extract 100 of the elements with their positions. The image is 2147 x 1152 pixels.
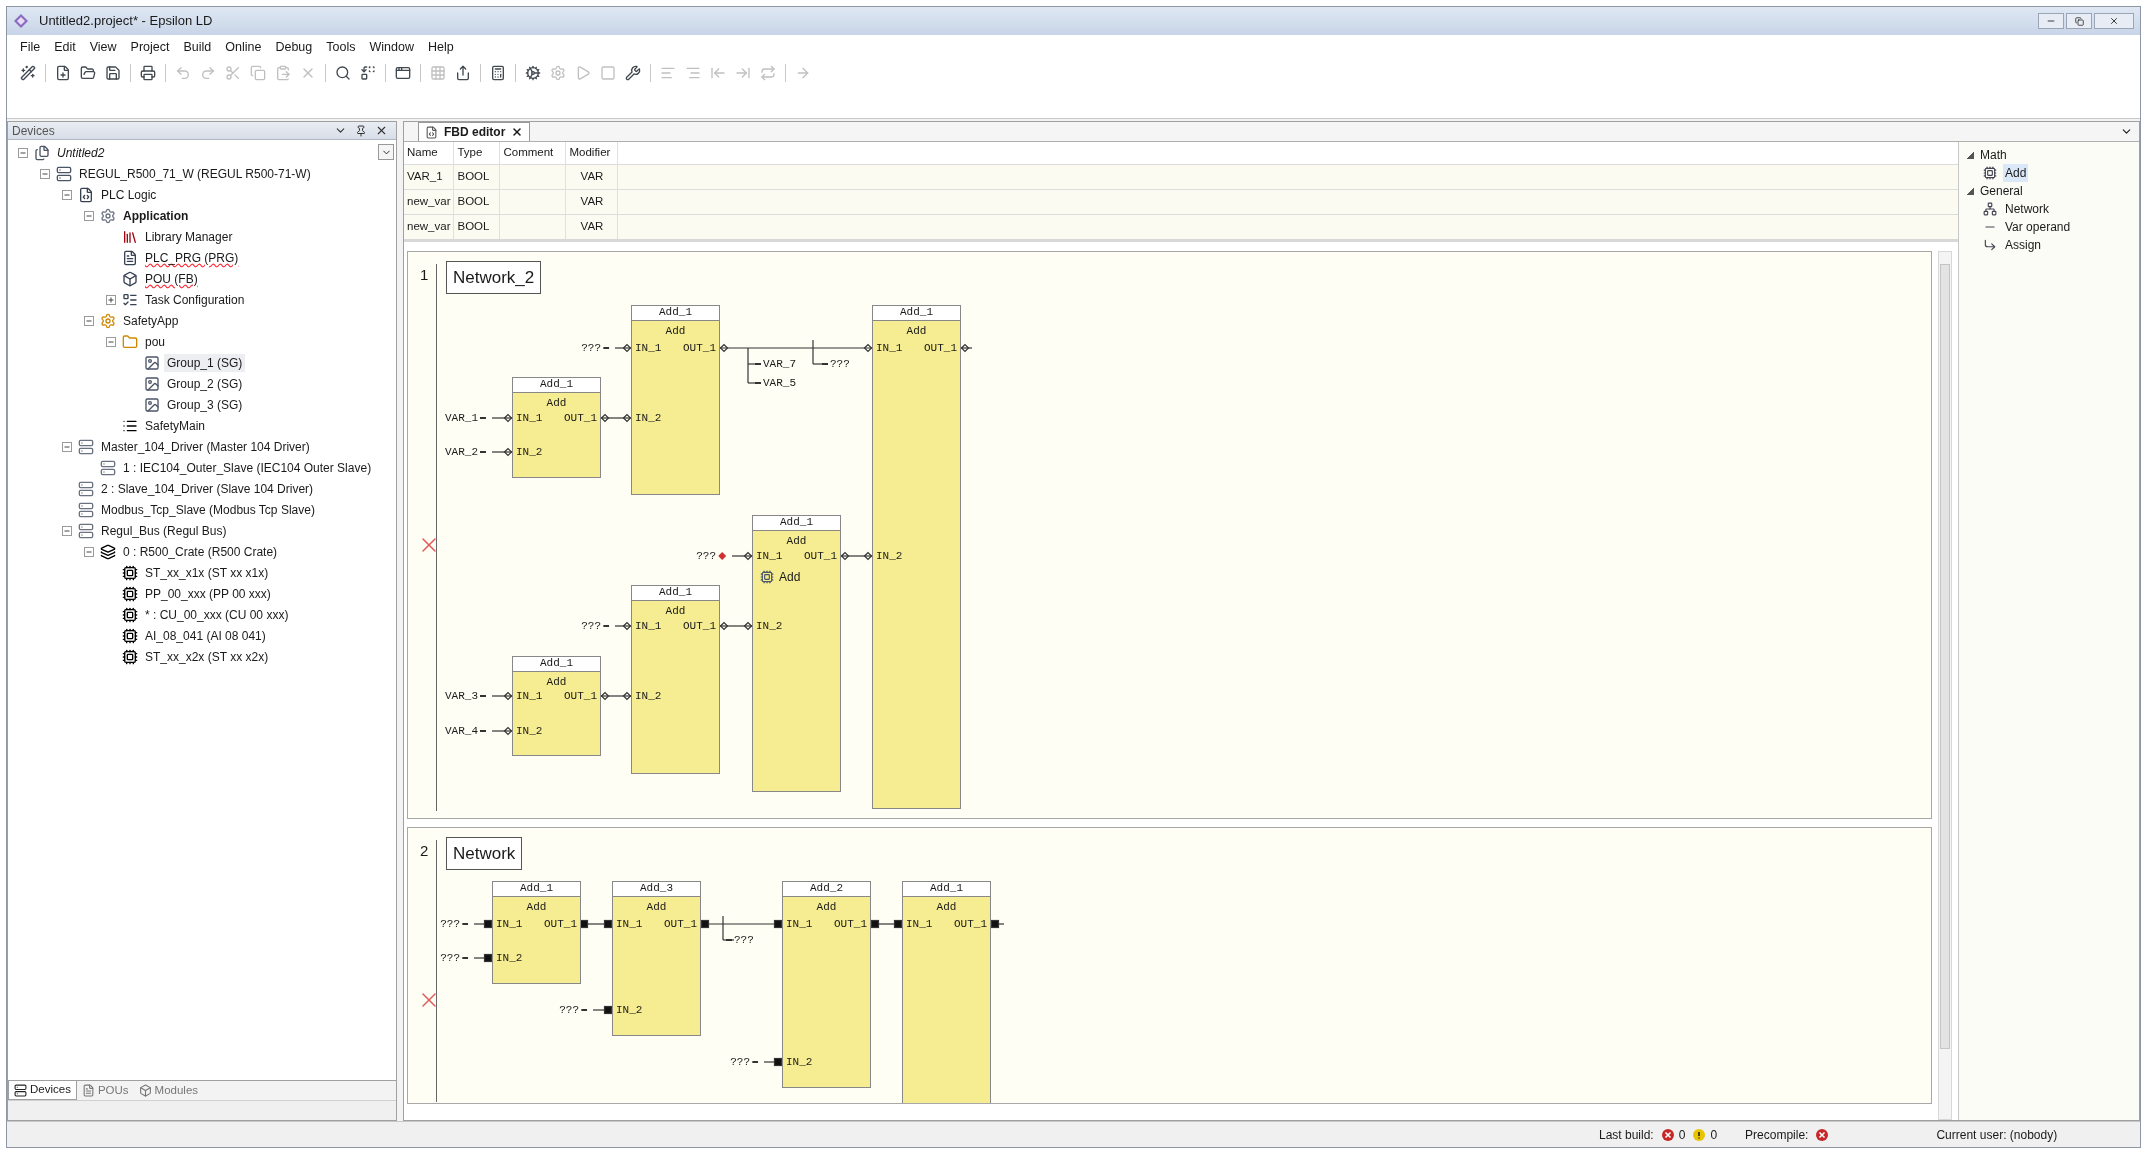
menu-item[interactable]: Project (123, 37, 177, 57)
tree-item[interactable]: PLC_PRG (PRG) (142, 248, 242, 267)
panel-tab[interactable]: Modules (133, 1081, 204, 1100)
menu-item[interactable]: Help (420, 37, 461, 57)
menu-item[interactable]: Build (176, 37, 219, 57)
function-block[interactable]: Add IN_1 IN_2 OUT_1 (782, 896, 871, 1088)
toolbox-item[interactable]: Assign (2003, 236, 2044, 254)
menu-item[interactable]: File (13, 37, 48, 57)
tree-item[interactable]: 1 : IEC104_Outer_Slave (IEC104 Outer Slave) (120, 458, 375, 477)
collapse-toggle[interactable] (106, 336, 116, 347)
toolbox-item[interactable]: Var operand (2003, 218, 2073, 236)
operand-label[interactable]: VAR_3 (445, 689, 478, 703)
restore-button[interactable] (2066, 13, 2092, 29)
operand-label[interactable]: ??? (581, 341, 601, 355)
new-file-icon (55, 65, 71, 81)
collapse-toggle[interactable] (18, 147, 28, 158)
collapse-toggle[interactable] (84, 315, 94, 326)
function-block[interactable]: Add IN_1 IN_2 OUT_1 (631, 320, 720, 495)
menu-item[interactable]: Tools (319, 37, 363, 57)
tree-item[interactable]: POU (FB) (142, 269, 201, 288)
close-icon[interactable] (375, 124, 388, 137)
tree-item[interactable]: Master_104_Driver (Master 104 Driver) (98, 437, 313, 456)
dropdown-button[interactable] (378, 144, 394, 160)
tree-item[interactable]: ST_xx_x2x (ST xx x2x) (142, 647, 272, 666)
network-title[interactable]: Network (446, 837, 523, 870)
function-block[interactable]: Add IN_1 IN_2 OUT_1 (492, 896, 581, 984)
function-block[interactable]: Add IN_1 IN_2 OUT_1 (612, 896, 701, 1036)
operand-label[interactable]: VAR_2 (445, 445, 478, 459)
operand-label[interactable]: VAR_4 (445, 724, 478, 738)
tree-item[interactable]: SafetyApp (120, 311, 182, 330)
toolbox-group[interactable]: General (1980, 182, 2023, 200)
panel-tab[interactable]: POUs (76, 1081, 134, 1100)
module-icon (122, 564, 138, 581)
collapse-toggle[interactable] (40, 168, 50, 179)
collapse-toggle[interactable] (62, 189, 72, 200)
server-icon (78, 480, 94, 497)
tree-item[interactable]: Untitled2 (54, 143, 108, 162)
tree-item[interactable]: PLC Logic (98, 185, 160, 204)
function-block[interactable]: Add IN_1 IN_2 OUT_1 (512, 392, 601, 478)
tree-item[interactable]: 0 : R500_Crate (R500 Crate) (120, 542, 281, 561)
pin-icon[interactable] (355, 124, 367, 137)
tree-item[interactable]: Group_2 (SG) (164, 374, 246, 393)
collapse-toggle[interactable] (1967, 151, 1974, 159)
output-pin-label: OUT_1 (924, 342, 957, 355)
tree-item[interactable]: ST_xx_x1x (ST xx x1x) (142, 563, 272, 582)
menu-item[interactable]: Debug (268, 37, 320, 57)
scrollbar[interactable] (1938, 251, 1952, 1120)
operand-label[interactable]: ??? (696, 549, 716, 563)
menu-item[interactable]: Online (218, 37, 269, 57)
operand-label[interactable]: ??? (559, 1003, 579, 1017)
block-instance-label: Add_1 (902, 881, 991, 896)
tree-item[interactable]: Modbus_Tcp_Slave (Modbus Tcp Slave) (98, 500, 318, 519)
tree-item[interactable]: Regul_Bus (Regul Bus) (98, 521, 230, 540)
tree-item[interactable]: SafetyMain (142, 416, 209, 435)
tree-item[interactable]: PP_00_xxx (PP 00 xxx) (142, 584, 274, 603)
tree-item[interactable]: pou (142, 332, 169, 351)
function-block[interactable]: Add IN_1 OUT_1 (902, 896, 991, 1103)
toolbox-item[interactable]: Network (2003, 200, 2051, 218)
operand-label[interactable]: ??? (440, 951, 460, 965)
operand-label[interactable]: ??? (440, 917, 460, 931)
editor-tab[interactable]: FBD editor (418, 122, 531, 141)
arrow-right-icon (735, 65, 751, 81)
tree-item[interactable]: REGUL_R500_71_W (REGUL R500-71-W) (76, 164, 314, 183)
collapse-toggle[interactable] (84, 546, 94, 557)
operand-label[interactable]: VAR_7 (763, 357, 796, 371)
tree-item[interactable]: Group_1 (SG) (164, 353, 246, 372)
block-type-label: Add (525, 901, 548, 914)
toolbox-item[interactable]: Add (2003, 164, 2029, 182)
tree-item[interactable]: AI_08_041 (AI 08 041) (142, 626, 269, 645)
collapse-toggle[interactable] (62, 441, 72, 452)
tree-item[interactable]: Application (120, 206, 192, 225)
tree-item[interactable]: Task Configuration (142, 290, 248, 309)
operand-label[interactable]: ??? (730, 1055, 750, 1069)
minimize-button[interactable] (2038, 13, 2064, 29)
menu-item[interactable]: Edit (47, 37, 83, 57)
collapse-toggle[interactable] (84, 210, 94, 221)
tree-item[interactable]: Group_3 (SG) (164, 395, 246, 414)
tree-item[interactable]: Library Manager (142, 227, 236, 246)
box-icon (138, 1084, 152, 1097)
function-block[interactable]: Add IN_1 IN_2 OUT_1 (631, 600, 720, 774)
function-block[interactable]: Add IN_1 IN_2 OUT_1 (872, 320, 961, 809)
close-icon[interactable] (511, 126, 524, 138)
operand-label[interactable]: VAR_1 (445, 411, 478, 425)
menu-item[interactable]: View (82, 37, 124, 57)
scrollbar-thumb[interactable] (1940, 264, 1950, 1049)
operand-label[interactable]: ??? (734, 933, 754, 947)
panel-tab[interactable]: Devices (8, 1081, 77, 1100)
tree-item[interactable]: 2 : Slave_104_Driver (Slave 104 Driver) (98, 479, 317, 498)
function-block[interactable]: Add IN_1 IN_2 OUT_1 (512, 671, 601, 756)
expand-toggle[interactable] (106, 294, 116, 305)
collapse-toggle[interactable] (1967, 187, 1974, 195)
operand-label[interactable]: ??? (830, 357, 850, 371)
toolbox-group[interactable]: Math (1980, 146, 2007, 164)
network-title[interactable]: Network_2 (446, 261, 542, 294)
operand-label[interactable]: ??? (581, 619, 601, 633)
collapse-toggle[interactable] (62, 525, 72, 536)
operand-label[interactable]: VAR_5 (763, 376, 796, 390)
menu-item[interactable]: Window (362, 37, 421, 57)
server-icon (14, 1083, 27, 1097)
tree-item[interactable]: * : CU_00_xxx (CU 00 xxx) (142, 605, 292, 624)
